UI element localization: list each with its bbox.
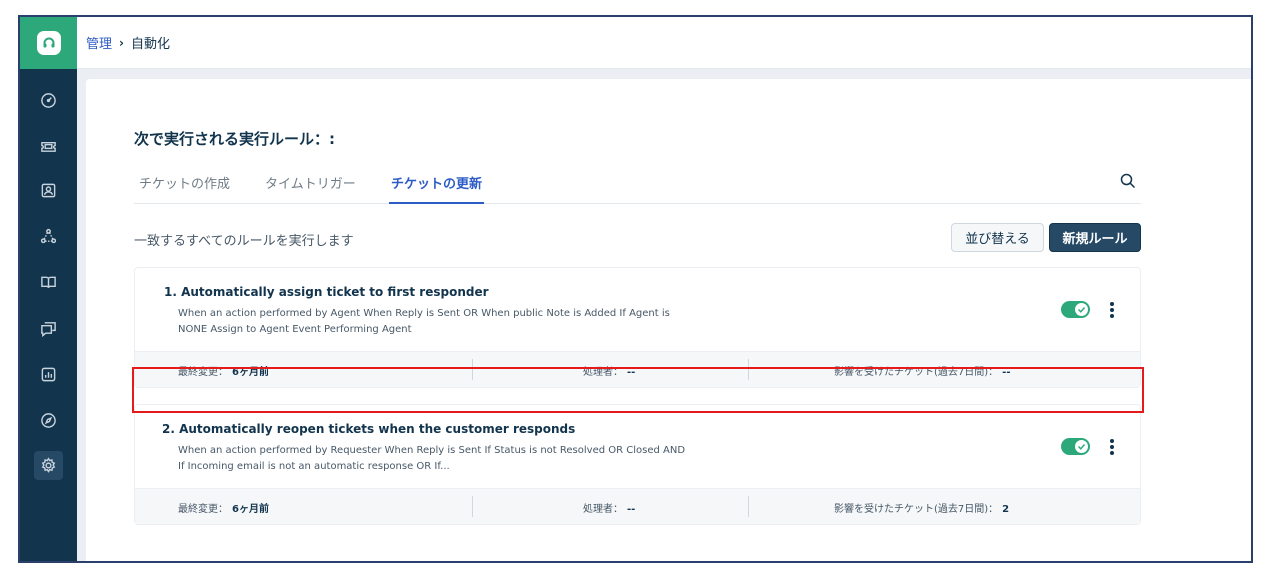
last-modified-label: 最終変更： <box>178 504 228 515</box>
rule-card[interactable]: 2. Automatically reopen tickets when the… <box>134 404 1141 525</box>
new-rule-button[interactable]: 新規ルール <box>1049 223 1141 252</box>
check-icon <box>1075 303 1088 316</box>
processed-by-label: 処理者： <box>583 504 623 515</box>
social-icon[interactable] <box>34 222 63 251</box>
rule-description-line: NONE Assign to Agent Event Performing Ag… <box>178 324 412 335</box>
reports-icon[interactable] <box>34 360 63 389</box>
processed-by-value: -- <box>627 504 636 515</box>
affected-tickets-value: 2 <box>1002 504 1010 515</box>
rule-description-line: When an action performed by Agent When R… <box>178 308 670 319</box>
automation-panel: 次で実行される実行ルール：: チケットの作成 タイムトリガー チケットの更新 一… <box>86 79 1251 561</box>
breadcrumb-admin-link[interactable]: 管理 <box>86 33 112 52</box>
breadcrumb: 管理 › 自動化 <box>77 17 1251 69</box>
rule-description: When an action performed by Requester Wh… <box>178 443 738 475</box>
forums-icon[interactable] <box>34 314 63 343</box>
tab-ticket-creation[interactable]: チケットの作成 <box>139 173 230 204</box>
reorder-button[interactable]: 並び替える <box>951 223 1044 252</box>
rule-enabled-toggle[interactable] <box>1061 301 1090 318</box>
rule-description: When an action performed by Agent When R… <box>178 306 678 338</box>
last-modified: 最終変更： 6ヶ月前 <box>178 500 269 515</box>
sidebar <box>20 17 77 561</box>
app-window: 管理 › 自動化 次で実行される実行ルール：: チケットの作成 タイムトリガー … <box>18 15 1253 563</box>
rule-type-tabs: チケットの作成 タイムトリガー チケットの更新 <box>134 173 1141 204</box>
rule-description-line: When an action performed by Requester Wh… <box>178 445 686 456</box>
rule-title[interactable]: 1. Automatically assign ticket to first … <box>164 285 489 299</box>
compass-icon[interactable] <box>34 406 63 435</box>
divider <box>748 496 749 517</box>
headset-icon <box>36 31 61 55</box>
contacts-icon[interactable] <box>34 176 63 205</box>
breadcrumb-current: 自動化 <box>130 37 170 52</box>
solutions-book-icon[interactable] <box>34 268 63 297</box>
execution-mode-text: 一致するすべてのルールを実行します <box>134 234 354 249</box>
rule-stats: 最終変更： 6ヶ月前 処理者： -- 影響を受けたチケット(過去7日間)： 2 <box>135 488 1140 524</box>
rule-title[interactable]: 2. Automatically reopen tickets when the… <box>162 422 575 436</box>
app-logo[interactable] <box>20 17 77 69</box>
dashboard-icon[interactable] <box>34 86 63 115</box>
search-icon[interactable] <box>1119 172 1139 192</box>
rule-description-line: If Incoming email is not an automatic re… <box>178 461 450 472</box>
divider <box>472 496 473 517</box>
rule-enabled-toggle[interactable] <box>1061 438 1090 455</box>
check-icon <box>1075 440 1088 453</box>
tab-time-triggers[interactable]: タイムトリガー <box>265 173 356 204</box>
admin-gear-icon[interactable] <box>34 451 63 480</box>
affected-tickets-label: 影響を受けたチケット(過去7日間)： <box>834 504 999 515</box>
processed-by: 処理者： -- <box>583 500 635 515</box>
ticket-icon[interactable] <box>34 132 63 161</box>
affected-tickets: 影響を受けたチケット(過去7日間)： 2 <box>834 500 1009 515</box>
tab-ticket-updates[interactable]: チケットの更新 <box>389 173 485 204</box>
page-title: 次で実行される実行ルール：: <box>134 130 335 148</box>
highlight-annotation <box>132 367 1144 413</box>
more-options-icon[interactable] <box>1105 438 1119 456</box>
breadcrumb-separator: › <box>119 35 124 50</box>
more-options-icon[interactable] <box>1105 301 1119 319</box>
last-modified-value: 6ヶ月前 <box>232 504 269 515</box>
